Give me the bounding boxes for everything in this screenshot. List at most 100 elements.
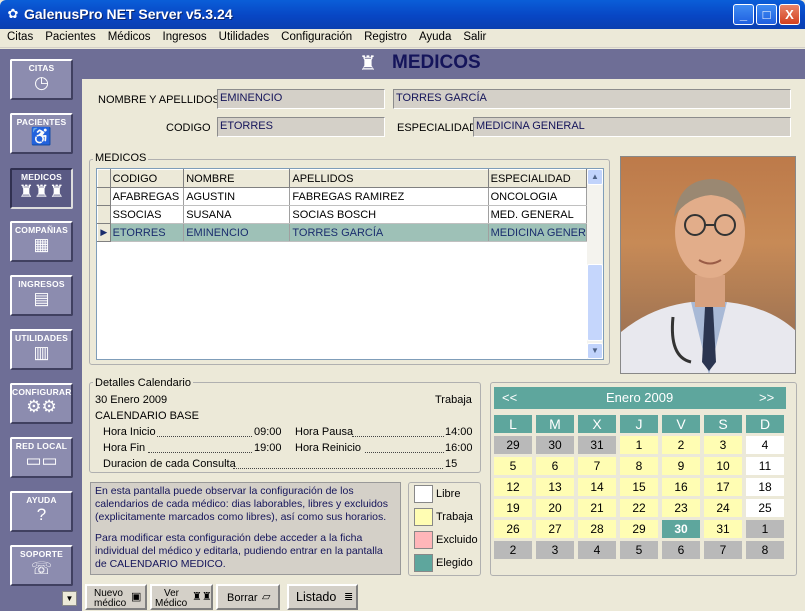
code-label: CODIGO [166, 122, 211, 134]
scroll-up-icon[interactable]: ▲ [587, 169, 603, 185]
close-button[interactable]: X [779, 4, 800, 25]
calendar-day[interactable]: 8 [620, 457, 658, 475]
calendar-day[interactable]: 2 [662, 436, 700, 454]
calendar-day[interactable]: 23 [662, 499, 700, 517]
calendar-day[interactable]: 29 [620, 520, 658, 538]
calendar-day[interactable]: 5 [620, 541, 658, 559]
calendar-day[interactable]: 3 [536, 541, 574, 559]
calendar-day[interactable]: 10 [704, 457, 742, 475]
row-indicator-header [97, 169, 111, 188]
table-scrollbar[interactable]: ▲ ▼ [587, 169, 603, 359]
calendar-day[interactable]: 18 [746, 478, 784, 496]
sidebar-item-utilidades[interactable]: UTILIDADES ▥ [10, 329, 73, 370]
medicos-table[interactable]: CODIGO NOMBRE APELLIDOS ESPECIALIDAD AFA… [96, 168, 604, 360]
delete-button[interactable]: Borrar ▱ [216, 584, 280, 610]
calendar-header: << Enero 2009 >> [494, 387, 786, 409]
table-row[interactable]: AFABREGAS AGUSTIN FABREGAS RAMIREZ ONCOL… [97, 187, 588, 206]
calendar-day[interactable]: 14 [578, 478, 616, 496]
calendar-day[interactable]: 27 [536, 520, 574, 538]
calendar-day[interactable]: 30 [536, 436, 574, 454]
calendar-day[interactable]: 28 [578, 520, 616, 538]
menu-configuracion[interactable]: Configuración [274, 29, 357, 43]
sidebar-scroll-down-button[interactable]: ▼ [62, 591, 77, 606]
calendar-day[interactable]: 19 [494, 499, 532, 517]
menu-citas[interactable]: Citas [0, 29, 38, 43]
calendar-day[interactable]: 6 [662, 541, 700, 559]
menu-medicos[interactable]: Médicos [101, 29, 156, 43]
table-row[interactable]: SSOCIAS SUSANA SOCIAS BOSCH MED. GENERAL [97, 205, 588, 224]
calendar-day[interactable]: 12 [494, 478, 532, 496]
calendar-day[interactable]: 21 [578, 499, 616, 517]
column-header[interactable]: ESPECIALIDAD [487, 169, 588, 188]
calendar-day[interactable]: 24 [704, 499, 742, 517]
minimize-button[interactable]: _ [733, 4, 754, 25]
menu-registro[interactable]: Registro [357, 29, 412, 43]
calendar-day[interactable]: 15 [620, 478, 658, 496]
calendar-day[interactable]: 16 [662, 478, 700, 496]
documents-icon: ▥ [33, 343, 50, 362]
menu-ingresos[interactable]: Ingresos [156, 29, 212, 43]
sidebar-item-pacientes[interactable]: PACIENTES ♿ [10, 113, 73, 154]
calendar-day[interactable]: 13 [536, 478, 574, 496]
calendar-day[interactable]: 1 [746, 520, 784, 538]
prev-month-button[interactable]: << [502, 390, 517, 405]
network-icon: ▭▭ [25, 451, 58, 470]
calendar-day[interactable]: 9 [662, 457, 700, 475]
menu-utilidades[interactable]: Utilidades [212, 29, 275, 43]
menu-salir[interactable]: Salir [456, 29, 491, 43]
sidebar-item-citas[interactable]: CITAS ◷ [10, 59, 73, 100]
sidebar-item-soporte[interactable]: SOPORTE ☏ [10, 545, 73, 586]
sidebar-item-ayuda[interactable]: AYUDA? [10, 491, 73, 532]
menu-pacientes[interactable]: Pacientes [38, 29, 101, 43]
next-month-button[interactable]: >> [759, 390, 774, 405]
column-header[interactable]: NOMBRE [183, 169, 291, 188]
new-doctor-button[interactable]: Nuevo médico ▣ [85, 584, 147, 610]
calendar-day[interactable]: 31 [578, 436, 616, 454]
calendar-day[interactable]: 20 [536, 499, 574, 517]
sidebar-item-companias[interactable]: COMPAÑIAS ▦ [10, 221, 73, 262]
maximize-button[interactable]: □ [756, 4, 777, 25]
sidebar: CITAS ◷ PACIENTES ♿ MEDICOS ♜♜♜ COMPAÑIAS ▦ … [0, 49, 82, 611]
column-header[interactable]: APELLIDOS [289, 169, 489, 188]
calendar-day[interactable]: 25 [746, 499, 784, 517]
calendar-day[interactable]: 7 [704, 541, 742, 559]
calendar-day[interactable]: 8 [746, 541, 784, 559]
calendar-day[interactable]: 11 [746, 457, 784, 475]
menu-ayuda[interactable]: Ayuda [412, 29, 456, 43]
calendar-day[interactable]: 1 [620, 436, 658, 454]
sidebar-item-red-local[interactable]: RED LOCAL ▭▭ [10, 437, 73, 478]
specialty-field[interactable]: MEDICINA GENERAL [473, 117, 791, 137]
sidebar-item-ingresos[interactable]: INGRESOS ▤ [10, 275, 73, 316]
calendar-day[interactable]: 7 [578, 457, 616, 475]
money-icon: ▤ [33, 289, 50, 308]
calendar-day-selected[interactable]: 30 [662, 520, 700, 538]
list-button[interactable]: Listado ≣ [287, 584, 358, 610]
details-date: 30 Enero 2009 [95, 394, 168, 406]
calendar-day[interactable]: 3 [704, 436, 742, 454]
last-name-field[interactable]: TORRES GARCÍA [393, 89, 791, 109]
sidebar-item-medicos[interactable]: MEDICOS ♜♜♜ [10, 168, 73, 209]
calendar-day[interactable]: 6 [536, 457, 574, 475]
scroll-thumb[interactable] [587, 264, 603, 341]
doctor-photo-image [621, 179, 795, 373]
main-panel: ♜ MEDICOS NOMBRE Y APELLIDOS EMINENCIO T… [82, 49, 805, 611]
calendar-day[interactable]: 2 [494, 541, 532, 559]
first-name-field[interactable]: EMINENCIO [217, 89, 385, 109]
calendar-day[interactable]: 4 [746, 436, 784, 454]
calendar-day[interactable]: 31 [704, 520, 742, 538]
calendar-day[interactable]: 29 [494, 436, 532, 454]
code-field[interactable]: ETORRES [217, 117, 385, 137]
view-doctor-button[interactable]: Ver Médico ♜♜ [150, 584, 213, 610]
sidebar-item-configurar[interactable]: CONFIGURAR ⚙⚙ [10, 383, 73, 424]
column-header[interactable]: CODIGO [109, 169, 185, 188]
calendar-day[interactable]: 5 [494, 457, 532, 475]
calendar-day[interactable]: 4 [578, 541, 616, 559]
calendar-day[interactable]: 22 [620, 499, 658, 517]
calendar-day-header: V [662, 415, 700, 433]
table-cell: FABREGAS RAMIREZ [289, 187, 489, 206]
doctors-icon: ♜♜ [192, 591, 212, 603]
scroll-down-icon[interactable]: ▼ [587, 343, 603, 359]
table-row-selected[interactable]: ▶ ETORRES EMINENCIO TORRES GARCÍA MEDICI… [97, 223, 588, 242]
calendar-day[interactable]: 17 [704, 478, 742, 496]
calendar-day[interactable]: 26 [494, 520, 532, 538]
